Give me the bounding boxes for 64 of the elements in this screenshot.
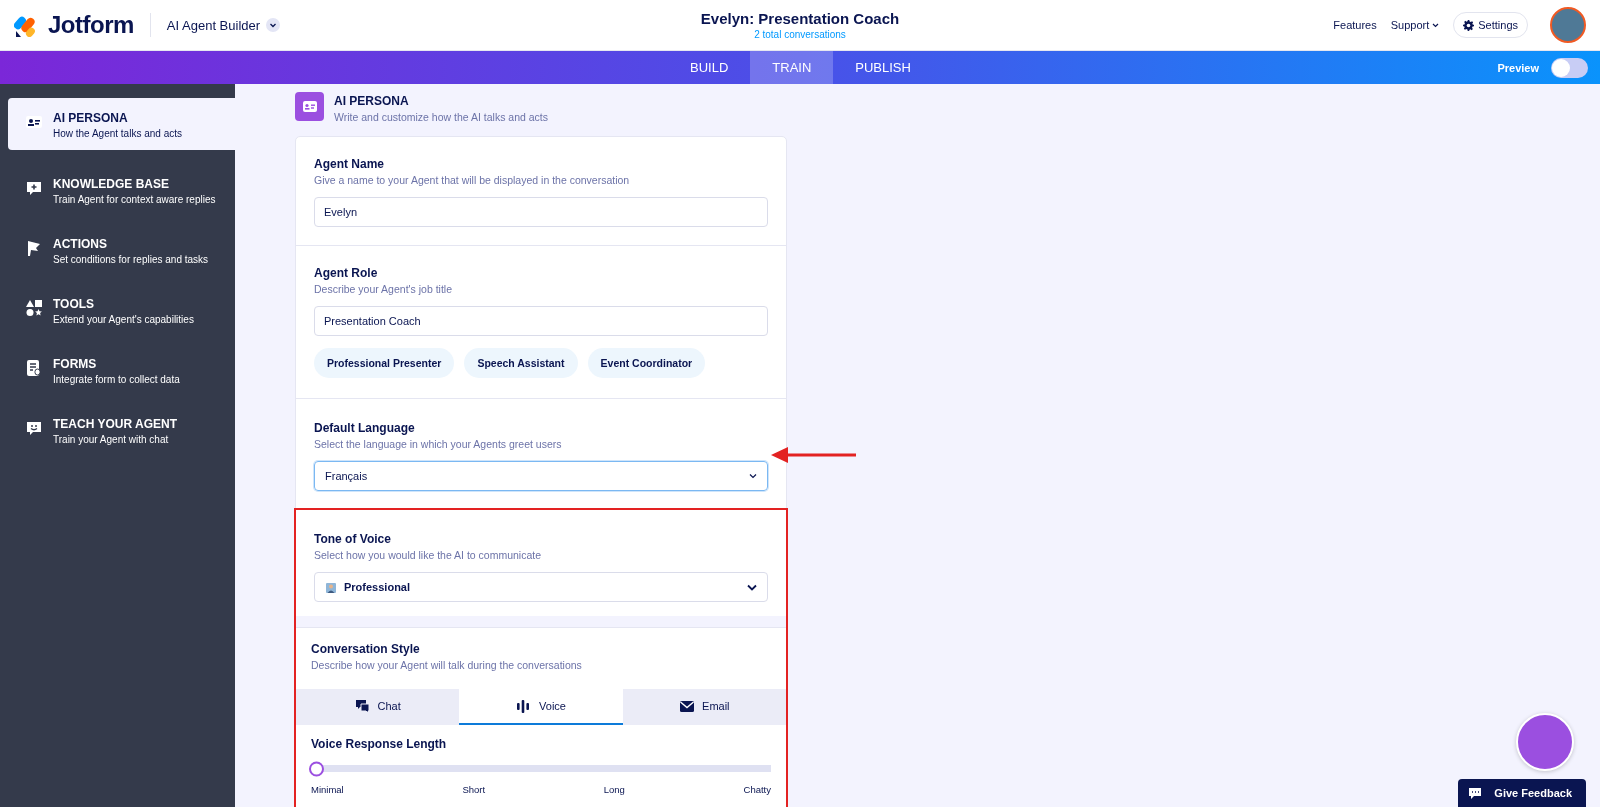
sidebar-item[interactable]: TOOLS Extend your Agent's capabilities — [8, 284, 235, 336]
language-dropdown[interactable]: Français — [314, 461, 768, 491]
nav-tab[interactable]: BUILD — [668, 51, 751, 84]
support-menu[interactable]: Support — [1390, 19, 1440, 31]
field-label: Tone of Voice — [314, 532, 392, 546]
caret-icon — [749, 473, 757, 479]
sidebar-item[interactable]: KNOWLEDGE BASE Train Agent for context aware replies — [8, 164, 235, 216]
sidebar-item[interactable]: ACTIONS Set conditions for replies and tasks — [8, 224, 235, 276]
field-label: Conversation Style — [311, 642, 421, 656]
agent-title: Evelyn: Presentation Coach — [699, 10, 901, 27]
slider-stop-label: Chatty — [743, 784, 771, 795]
role-suggestion-chip[interactable]: Event Coordinator — [587, 348, 706, 378]
flag-icon — [25, 239, 43, 257]
style-tab[interactable]: Email — [622, 689, 786, 725]
slider-stop-label: Minimal — [311, 784, 344, 795]
sound-bars-icon — [516, 698, 532, 714]
caret-icon — [747, 583, 757, 591]
sidebar-item[interactable]: AI PERSONA How the Agent talks and acts — [8, 98, 235, 150]
nav-tab[interactable]: PUBLISH — [833, 51, 933, 84]
field-label: Default Language — [314, 421, 416, 435]
slider-stop-label: Long — [603, 784, 625, 795]
field-hint: Describe how your Agent will talk during the conversations — [311, 659, 583, 671]
feedback-button[interactable]: Give Feedback — [1458, 779, 1586, 807]
sidebar-item[interactable]: FORMS Integrate form to collect data — [8, 344, 235, 396]
role-input-field[interactable]: Presentation Coach — [314, 306, 768, 336]
person-icon — [325, 581, 336, 593]
slider-thumb[interactable] — [309, 761, 324, 776]
preview-label: Preview — [1497, 61, 1539, 74]
shapes-icon — [25, 299, 43, 317]
field-hint: Describe your Agent's job title — [314, 283, 453, 295]
id-card-icon — [25, 113, 43, 131]
caret-icon — [266, 18, 281, 32]
features-link[interactable]: Features — [1333, 19, 1377, 31]
settings-icon — [1463, 19, 1475, 31]
slider-stop-label: Short — [462, 784, 486, 795]
name-input-field[interactable]: Evelyn — [314, 197, 768, 227]
chat-bubbles-icon — [354, 698, 370, 714]
field-label: Agent Role — [314, 266, 379, 280]
id-card-icon — [301, 99, 318, 114]
sidebar-item[interactable]: TEACH YOUR AGENT Train your Agent with chat — [8, 404, 235, 456]
section-title: AI PERSONA — [334, 94, 410, 108]
smiley-chat-icon — [25, 419, 43, 437]
style-tab[interactable]: Chat — [296, 689, 460, 725]
role-suggestion-chip[interactable]: Speech Assistant — [464, 348, 578, 378]
field-hint: Give a name to your Agent that will be displayed in the conversation — [314, 174, 631, 186]
chat-plus-icon — [25, 179, 43, 197]
section-subtitle: Write and customize how the AI talks and acts — [334, 111, 548, 123]
role-suggestion-chip[interactable]: Professional Presenter — [314, 348, 455, 378]
assistant-avatar[interactable] — [1516, 713, 1574, 771]
field-hint: Select the language in which your Agents greet users — [314, 438, 563, 450]
product-dropdown[interactable]: AI Agent Builder — [166, 17, 281, 33]
logo-text: Jotform — [48, 11, 134, 39]
field-hint: Select how you would like the AI to communicate — [314, 549, 543, 561]
preview-toggle[interactable] — [1551, 57, 1588, 78]
slider-label: Voice Response Length — [311, 737, 448, 751]
avatar[interactable] — [1550, 7, 1586, 43]
tone-dropdown[interactable]: Professional — [314, 572, 768, 602]
form-icon — [25, 359, 43, 377]
envelope-icon — [679, 698, 695, 714]
settings-button[interactable]: Settings — [1453, 12, 1528, 38]
field-label: Agent Name — [314, 157, 385, 171]
feedback-icon — [1468, 786, 1483, 800]
caret-icon — [1432, 22, 1440, 28]
nav-tab[interactable]: TRAIN — [750, 51, 834, 84]
